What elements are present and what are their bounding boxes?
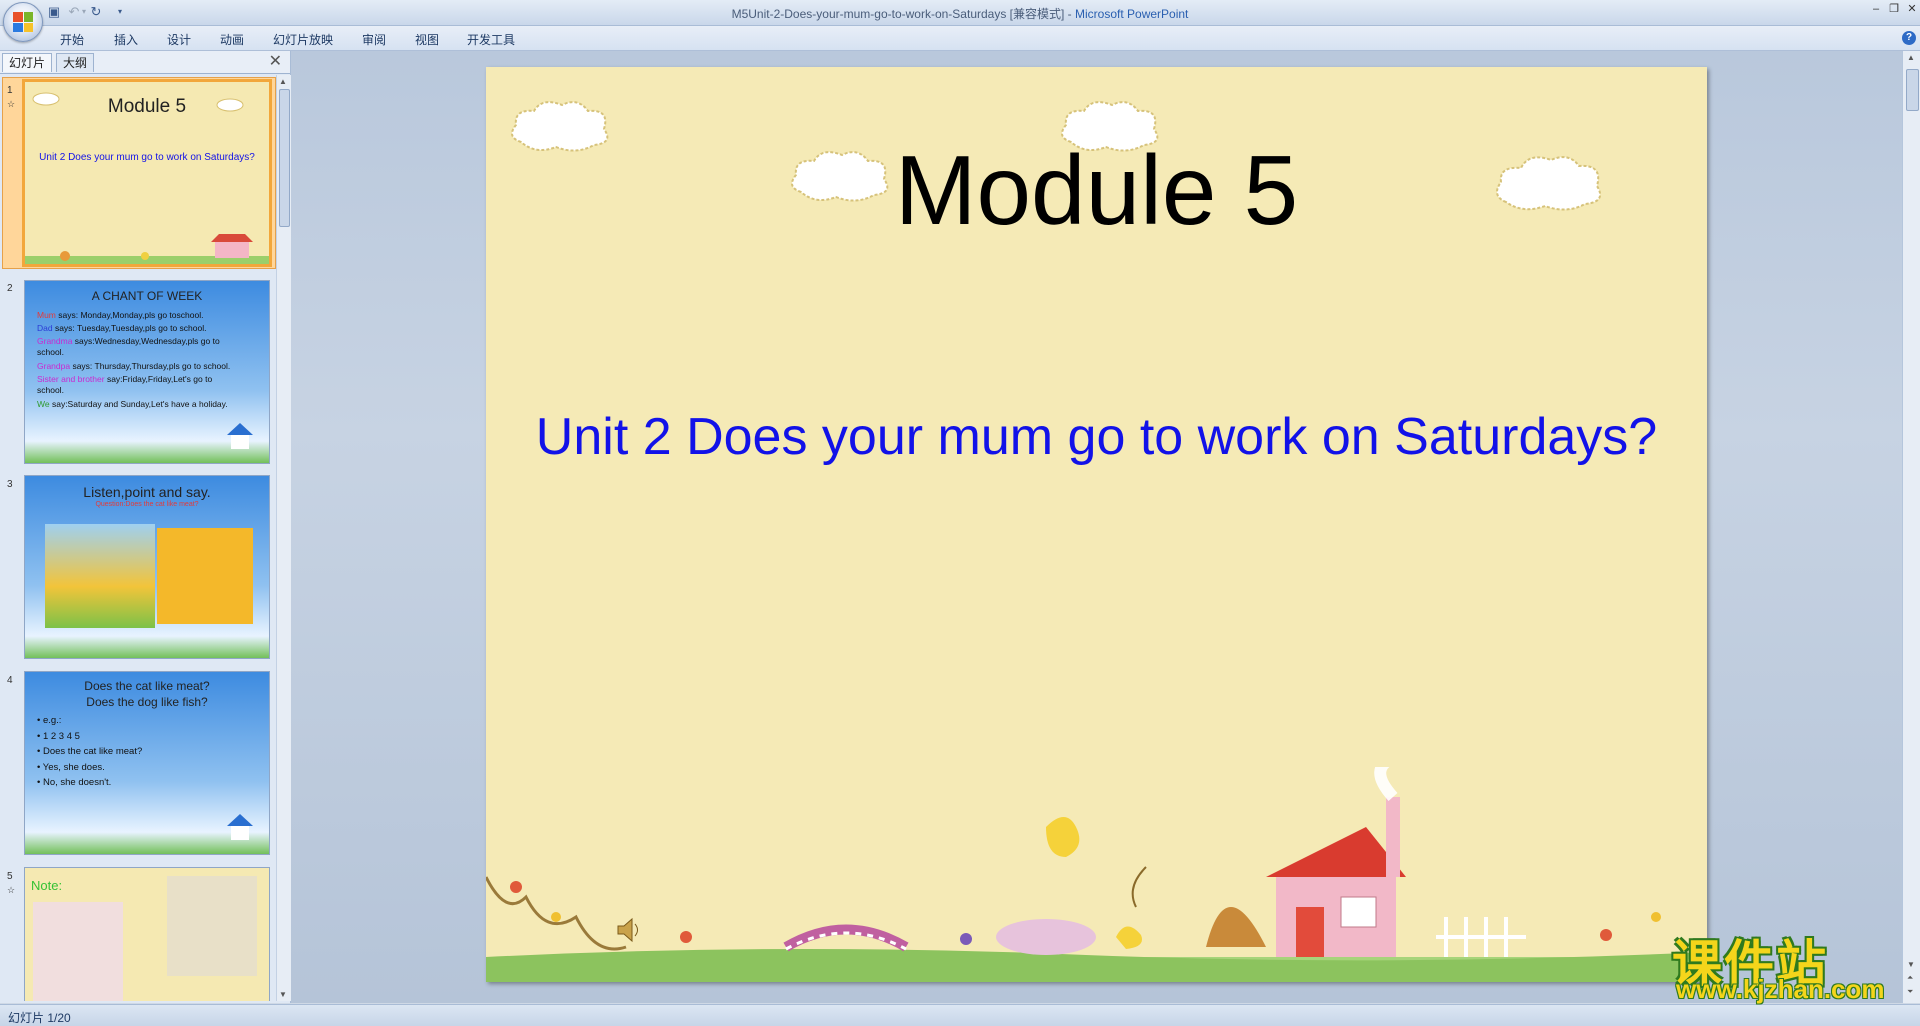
- tab-view[interactable]: 视图: [415, 31, 439, 48]
- tab-insert[interactable]: 插入: [114, 31, 138, 48]
- office-logo-icon: [13, 12, 33, 32]
- tab-developer[interactable]: 开发工具: [467, 31, 515, 48]
- bullet-line: • No, she doesn't.: [37, 777, 112, 788]
- scroll-down-icon[interactable]: ▼: [279, 990, 287, 999]
- slide-thumbnail-4[interactable]: Does the cat like meat? Does the dog lik…: [24, 671, 270, 855]
- tab-slides[interactable]: 幻灯片: [2, 53, 53, 72]
- cloud-icon: [216, 98, 244, 112]
- chant-line: Mum says: Monday,Monday,pls go toschool.: [37, 310, 204, 320]
- ribbon-tabs: 开始 插入 设计 动画 幻灯片放映 审阅 视图 开发工具 ?: [0, 26, 1920, 51]
- slide-number: 1: [7, 85, 13, 96]
- chant-line: school.: [37, 347, 64, 357]
- tab-slideshow[interactable]: 幻灯片放映: [273, 31, 333, 48]
- thumb-title: Does the dog like fish?: [86, 695, 208, 709]
- bullet-line: • Does the cat like meat?: [37, 746, 143, 757]
- slide-scrollbar[interactable]: ▲ ▼ ⏶ ⏷: [1902, 51, 1920, 1003]
- scroll-up-icon[interactable]: ▲: [1907, 53, 1915, 62]
- note-picture: [167, 876, 257, 976]
- previous-slide-icon[interactable]: ⏶: [1907, 973, 1913, 983]
- scroll-up-icon[interactable]: ▲: [279, 77, 287, 86]
- thumb-title: A CHANT OF WEEK: [91, 289, 203, 303]
- thumb-subtitle: Unit 2 Does your mum go to work on Satur…: [39, 152, 255, 163]
- tab-design[interactable]: 设计: [167, 31, 191, 48]
- bullet-line: • Yes, she does.: [37, 762, 105, 773]
- restore-icon[interactable]: ❐: [1886, 2, 1902, 16]
- landscape-decoration: [486, 767, 1707, 982]
- scrollbar-thumb[interactable]: [1906, 69, 1919, 111]
- status-bar: 幻灯片 1/20: [0, 1004, 1920, 1026]
- office-button[interactable]: [3, 2, 43, 42]
- chant-line: Grandpa says: Thursday,Thursday,pls go t…: [37, 361, 231, 371]
- thumb-title: Does the cat like meat?: [84, 679, 210, 693]
- chant-line: Grandma says:Wednesday,Wednesday,pls go …: [37, 336, 220, 346]
- slide-number: 2: [7, 283, 13, 294]
- panel-tabs: 幻灯片 大纲 ✕: [0, 51, 290, 74]
- close-panel-icon[interactable]: ✕: [269, 53, 282, 71]
- slide-number: 3: [7, 479, 13, 490]
- cloud-icon: [32, 92, 60, 106]
- thumbnail-scrollbar[interactable]: ▲ ▼: [276, 75, 291, 1001]
- title-bar: ▣ ↶ ▾ ↻ ▾ M5Unit-2-Does-your-mum-go-to-w…: [0, 0, 1920, 42]
- thumb-title: Listen,point and say.: [83, 484, 211, 500]
- chant-line: We say:Saturday and Sunday,Let's have a …: [37, 399, 228, 409]
- thumb-note: Note:: [31, 878, 63, 893]
- chant-line: school.: [37, 385, 64, 395]
- tab-outline[interactable]: 大纲: [56, 53, 95, 72]
- scrollbar-thumb[interactable]: [279, 89, 290, 227]
- house-icon: [227, 814, 253, 840]
- chant-line: Dad says: Tuesday,Tuesday,pls go to scho…: [37, 323, 207, 333]
- speaker-icon[interactable]: [614, 915, 644, 945]
- window-title: M5Unit-2-Does-your-mum-go-to-work-on-Sat…: [0, 5, 1920, 22]
- tab-review[interactable]: 审阅: [362, 31, 386, 48]
- slide-subtitle[interactable]: Unit 2 Does your mum go to work on Satur…: [486, 407, 1707, 467]
- slide-editing-area: Module 5 Unit 2 Does your mum go to work…: [291, 51, 1902, 1003]
- slide-title[interactable]: Module 5: [486, 134, 1707, 247]
- slide-thumbnail-5[interactable]: Note:: [24, 867, 270, 1001]
- slides-panel: 幻灯片 大纲 ✕ 1 ☆ Module 5 Unit 2 Does your m…: [0, 51, 291, 1003]
- story-picture: [157, 528, 253, 624]
- slide-number: 4: [7, 675, 13, 686]
- tab-home[interactable]: 开始: [60, 31, 84, 48]
- document-title: M5Unit-2-Does-your-mum-go-to-work-on-Sat…: [731, 7, 1076, 21]
- note-picture: [33, 902, 123, 1001]
- landscape-decoration: [25, 234, 269, 264]
- slide-counter: 幻灯片 1/20: [8, 1011, 71, 1025]
- chant-line: Sister and brother say:Friday,Friday,Let…: [37, 374, 213, 384]
- slide-thumbnail-3[interactable]: Listen,point and say. Question:Does the …: [24, 475, 270, 659]
- scroll-down-icon[interactable]: ▼: [1907, 960, 1915, 969]
- help-icon[interactable]: ?: [1902, 31, 1916, 45]
- close-icon[interactable]: ✕: [1904, 2, 1920, 16]
- bullet-line: • e.g.:: [37, 715, 62, 726]
- current-slide[interactable]: Module 5 Unit 2 Does your mum go to work…: [486, 67, 1707, 982]
- story-picture: [45, 524, 155, 628]
- transition-star-icon: ☆: [7, 99, 16, 109]
- slide-thumbnail-2[interactable]: A CHANT OF WEEK Mum says: Monday,Monday,…: [24, 280, 270, 464]
- watermark-logo: 课件站 www.kjzhan.com: [1668, 924, 1900, 1004]
- minimize-icon[interactable]: –: [1868, 2, 1884, 16]
- tab-animations[interactable]: 动画: [220, 31, 244, 48]
- next-slide-icon[interactable]: ⏷: [1907, 987, 1913, 997]
- transition-star-icon: ☆: [7, 885, 16, 895]
- bullet-line: • 1 2 3 4 5: [37, 731, 80, 742]
- watermark-url: www.kjzhan.com: [1676, 974, 1885, 1004]
- app-title: Microsoft PowerPoint: [1075, 7, 1189, 21]
- slide-number: 5: [7, 871, 13, 882]
- slide-thumbnail-list: 1 ☆ Module 5 Unit 2 Does your mum go to …: [0, 75, 276, 1001]
- slide-thumbnail-1[interactable]: Module 5 Unit 2 Does your mum go to work…: [22, 79, 272, 267]
- house-icon: [227, 423, 253, 449]
- thumb-question: Question:Does the cat like meat?: [95, 501, 199, 508]
